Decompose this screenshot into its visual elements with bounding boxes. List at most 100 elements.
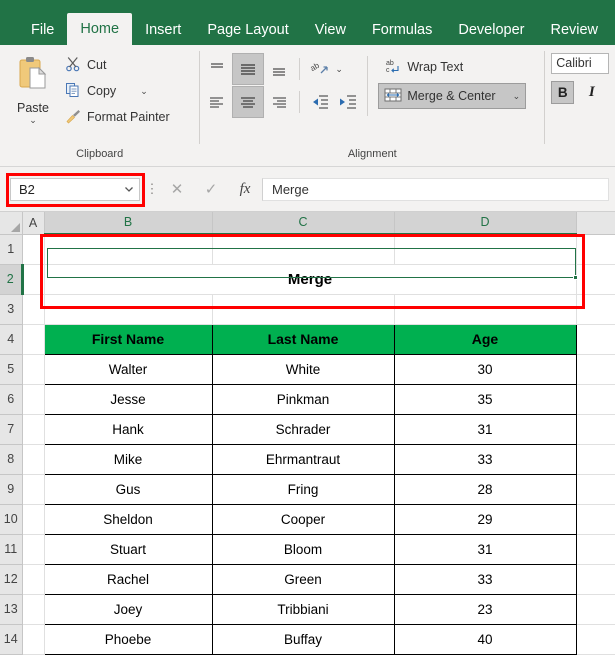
cell-d8[interactable]: 33 <box>393 443 577 475</box>
cell-a8[interactable] <box>22 444 45 475</box>
cell-b14[interactable]: Phoebe <box>43 623 213 655</box>
cell-a7[interactable] <box>22 414 45 445</box>
table-header-first-name[interactable]: First Name <box>43 323 213 355</box>
cell-c8[interactable]: Ehrmantraut <box>211 443 395 475</box>
cell-a4[interactable] <box>22 324 45 355</box>
tab-review[interactable]: Review <box>537 17 611 46</box>
cell-c11[interactable]: Bloom <box>211 533 395 565</box>
row-header-3[interactable]: 3 <box>0 294 23 325</box>
cell-d14[interactable]: 40 <box>393 623 577 655</box>
merged-cell-b2-d2[interactable]: Merge <box>44 264 577 295</box>
align-right-button[interactable] <box>266 89 292 115</box>
cell-e14[interactable] <box>576 624 615 655</box>
tab-formulas[interactable]: Formulas <box>359 17 445 46</box>
row-header-1[interactable]: 1 <box>0 234 23 265</box>
cell-d7[interactable]: 31 <box>393 413 577 445</box>
cell-e8[interactable] <box>576 444 615 475</box>
copy-chevron-down-icon[interactable]: ⌄ <box>140 87 148 96</box>
cell-d9[interactable]: 28 <box>393 473 577 505</box>
cell-c7[interactable]: Schrader <box>211 413 395 445</box>
orientation-chevron-down-icon[interactable]: ⌄ <box>335 65 343 74</box>
merge-chevron-down-icon[interactable]: ⌄ <box>513 92 521 101</box>
cell-c14[interactable]: Buffay <box>211 623 395 655</box>
row-header-12[interactable]: 12 <box>0 564 23 595</box>
cell-b8[interactable]: Mike <box>43 443 213 475</box>
cell-a14[interactable] <box>22 624 45 655</box>
cell-e6[interactable] <box>576 384 615 415</box>
cell-d12[interactable]: 33 <box>393 563 577 595</box>
cell-d11[interactable]: 31 <box>393 533 577 565</box>
chevron-down-icon[interactable]: ⌄ <box>29 116 37 125</box>
cell-c10[interactable]: Cooper <box>211 503 395 535</box>
cell-b9[interactable]: Gus <box>43 473 213 505</box>
align-center-button[interactable] <box>232 86 265 118</box>
column-header-c[interactable]: C <box>212 212 395 236</box>
wrap-text-button[interactable]: ab c Wrap Text <box>378 54 526 80</box>
row-header-11[interactable]: 11 <box>0 534 23 565</box>
cell-b7[interactable]: Hank <box>43 413 213 445</box>
cell-e3[interactable] <box>576 294 615 325</box>
cell-b10[interactable]: Sheldon <box>43 503 213 535</box>
cell-a2[interactable] <box>22 264 45 295</box>
tab-file[interactable]: File <box>18 17 67 46</box>
cell-d5[interactable]: 30 <box>393 353 577 385</box>
column-header-a[interactable]: A <box>22 212 45 235</box>
decrease-indent-button[interactable] <box>307 89 333 115</box>
format-painter-button[interactable]: Format Painter <box>62 105 173 129</box>
cell-c3[interactable] <box>212 294 395 325</box>
row-header-14[interactable]: 14 <box>0 624 23 655</box>
cell-e4[interactable] <box>576 324 615 355</box>
cell-a6[interactable] <box>22 384 45 415</box>
cell-e5[interactable] <box>576 354 615 385</box>
cell-e10[interactable] <box>576 504 615 535</box>
align-middle-button[interactable] <box>232 53 265 85</box>
cell-e7[interactable] <box>576 414 615 445</box>
italic-button[interactable]: I <box>580 81 603 104</box>
bold-button[interactable]: B <box>551 81 575 104</box>
tab-developer[interactable]: Developer <box>445 17 537 46</box>
formula-input[interactable]: Merge <box>262 177 609 201</box>
cell-c9[interactable]: Fring <box>211 473 395 505</box>
font-name-input[interactable]: Calibri <box>551 53 610 74</box>
cell-e9[interactable] <box>576 474 615 505</box>
column-header-e[interactable] <box>576 212 615 235</box>
table-header-age[interactable]: Age <box>393 323 577 355</box>
align-top-button[interactable] <box>204 56 230 82</box>
cell-e11[interactable] <box>576 534 615 565</box>
cell-a12[interactable] <box>22 564 45 595</box>
column-header-d[interactable]: D <box>394 212 577 236</box>
tab-home[interactable]: Home <box>67 12 133 45</box>
cell-b6[interactable]: Jesse <box>43 383 213 415</box>
table-header-last-name[interactable]: Last Name <box>211 323 395 355</box>
cell-b13[interactable]: Joey <box>43 593 213 625</box>
cell-d1[interactable] <box>394 234 577 265</box>
cell-d13[interactable]: 23 <box>393 593 577 625</box>
cell-c6[interactable]: Pinkman <box>211 383 395 415</box>
cell-e2[interactable] <box>576 264 615 295</box>
insert-function-button[interactable]: fx <box>228 177 262 201</box>
text-orientation-button[interactable]: ab <box>307 56 333 82</box>
cell-b1[interactable] <box>44 234 213 265</box>
cell-a3[interactable] <box>22 294 45 325</box>
copy-button[interactable]: Copy ⌄ <box>62 79 173 103</box>
cell-a13[interactable] <box>22 594 45 625</box>
merge-and-center-button[interactable]: Merge & Center ⌄ <box>378 83 527 109</box>
select-all-corner[interactable] <box>0 212 23 235</box>
row-header-8[interactable]: 8 <box>0 444 23 475</box>
cut-button[interactable]: Cut <box>62 53 173 77</box>
cell-e1[interactable] <box>576 234 615 265</box>
row-header-13[interactable]: 13 <box>0 594 23 625</box>
cell-c1[interactable] <box>212 234 395 265</box>
tab-insert[interactable]: Insert <box>132 17 194 46</box>
cell-c13[interactable]: Tribbiani <box>211 593 395 625</box>
row-header-10[interactable]: 10 <box>0 504 23 535</box>
cancel-formula-button[interactable]: ✕ <box>160 177 194 201</box>
cell-c12[interactable]: Green <box>211 563 395 595</box>
cell-a10[interactable] <box>22 504 45 535</box>
row-header-5[interactable]: 5 <box>0 354 23 385</box>
cell-e13[interactable] <box>576 594 615 625</box>
row-header-9[interactable]: 9 <box>0 474 23 505</box>
cell-d10[interactable]: 29 <box>393 503 577 535</box>
name-box-chevron-down-icon[interactable] <box>124 182 134 197</box>
cell-d3[interactable] <box>394 294 577 325</box>
